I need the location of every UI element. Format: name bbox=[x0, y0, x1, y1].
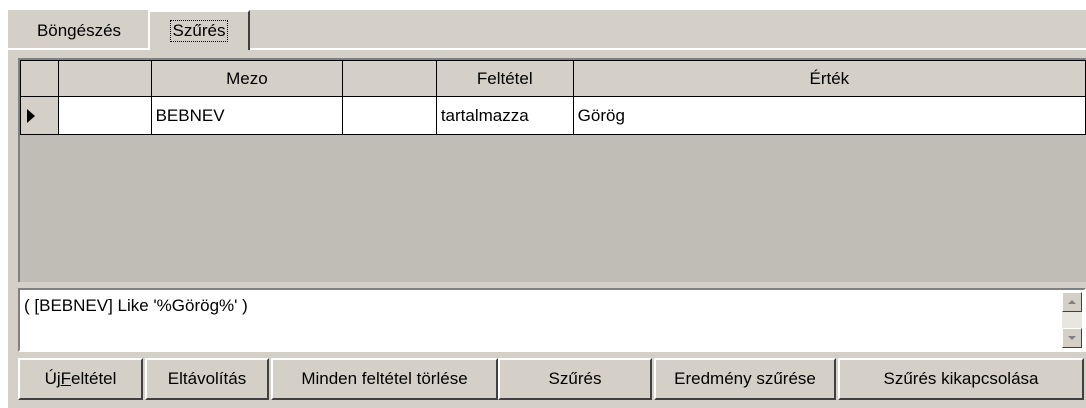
clear-all-label: Minden feltétel törlése bbox=[301, 369, 468, 388]
new-condition-label-prefix: Új bbox=[44, 369, 61, 388]
header-indicator bbox=[20, 60, 59, 97]
filter-panel: Böngészés Szűrés Mezo Feltétel Érték BEB… bbox=[8, 10, 1086, 408]
header-ertek[interactable]: Érték bbox=[572, 60, 1086, 97]
new-condition-label-accel: F bbox=[60, 369, 72, 388]
scroll-up-icon bbox=[1068, 300, 1076, 304]
scroll-up-button[interactable] bbox=[1062, 292, 1082, 312]
new-condition-button[interactable]: Új Feltétel bbox=[18, 358, 143, 400]
filter-off-label: Szűrés kikapcsolása bbox=[883, 369, 1039, 388]
header-mezo[interactable]: Mezo bbox=[150, 60, 344, 97]
clear-all-button[interactable]: Minden feltétel törlése bbox=[271, 358, 498, 400]
condition-table: Mezo Feltétel Érték BEBNEV tartalmazza G… bbox=[20, 60, 1086, 135]
header-col-3[interactable] bbox=[342, 60, 437, 97]
remove-label: Eltávolítás bbox=[167, 369, 247, 388]
row-indicator[interactable] bbox=[20, 96, 59, 135]
cell-mezo[interactable]: BEBNEV bbox=[150, 96, 344, 135]
filter-off-button[interactable]: Szűrés kikapcsolása bbox=[838, 358, 1084, 400]
filter-button[interactable]: Szűrés bbox=[498, 358, 652, 400]
header-col-1[interactable] bbox=[57, 60, 152, 97]
scroll-down-icon bbox=[1068, 336, 1076, 340]
condition-grid[interactable]: Mezo Feltétel Érték BEBNEV tartalmazza G… bbox=[18, 58, 1086, 282]
filter-label: Szűrés bbox=[548, 369, 602, 388]
cell-col-3[interactable] bbox=[342, 96, 437, 135]
cell-col-1[interactable] bbox=[57, 96, 152, 135]
tab-filter-label: Szűrés bbox=[169, 20, 229, 42]
grid-header-row: Mezo Feltétel Érték bbox=[20, 60, 1086, 97]
filter-expression-box[interactable]: ( [BEBNEV] Like '%Görög%' ) bbox=[18, 288, 1086, 352]
tab-browse[interactable]: Böngészés bbox=[10, 14, 148, 48]
tab-browse-label: Böngészés bbox=[36, 21, 122, 40]
filter-expression-text: ( [BEBNEV] Like '%Görög%' ) bbox=[24, 296, 248, 315]
scroll-down-button[interactable] bbox=[1062, 328, 1082, 348]
tab-filter[interactable]: Szűrés bbox=[148, 10, 250, 50]
new-condition-label-rest: eltétel bbox=[71, 369, 117, 388]
cell-feltetel[interactable]: tartalmazza bbox=[435, 96, 574, 135]
table-row[interactable]: BEBNEV tartalmazza Görög bbox=[20, 96, 1086, 135]
vertical-scrollbar[interactable] bbox=[1062, 292, 1082, 348]
row-indicator-arrow-icon bbox=[27, 109, 35, 124]
remove-button[interactable]: Eltávolítás bbox=[145, 358, 269, 400]
header-feltetel[interactable]: Feltétel bbox=[435, 60, 574, 97]
filter-result-label: Eredmény szűrése bbox=[674, 369, 816, 388]
cell-ertek[interactable]: Görög bbox=[572, 96, 1086, 135]
filter-result-button[interactable]: Eredmény szűrése bbox=[654, 358, 836, 400]
